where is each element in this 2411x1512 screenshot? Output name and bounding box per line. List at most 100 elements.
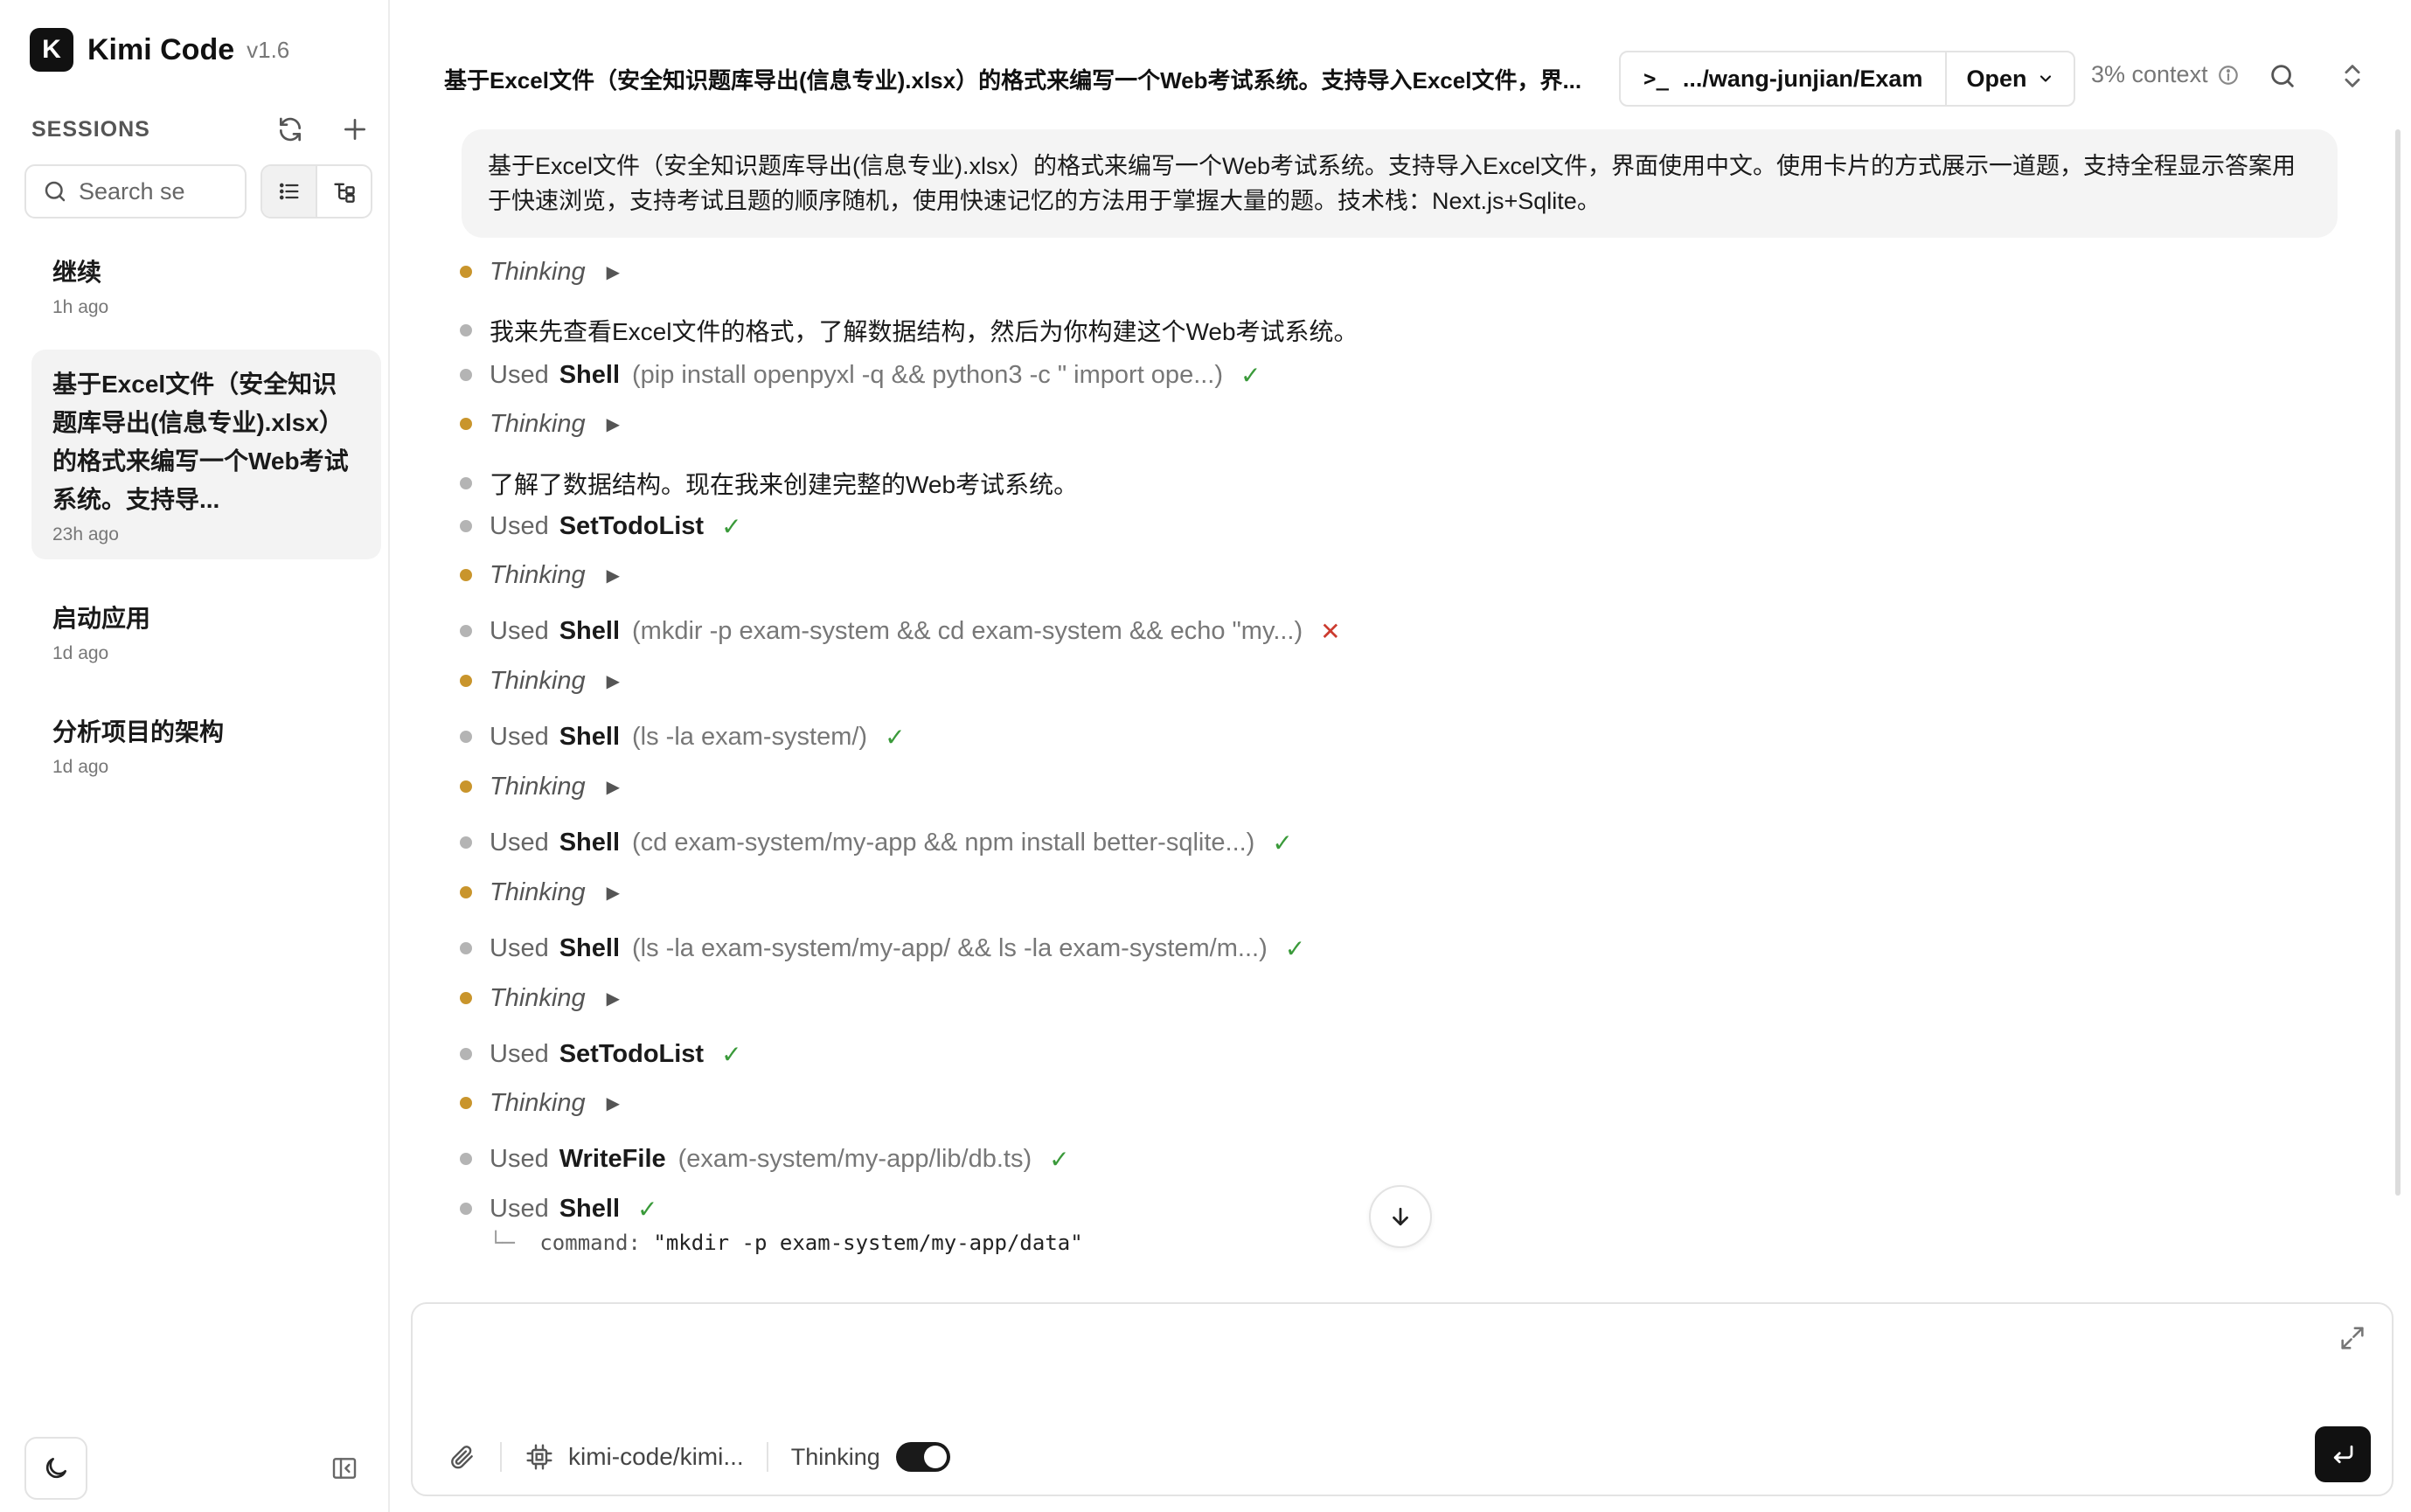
used-label: Used	[490, 933, 549, 962]
thinking-step[interactable]: Thinking ▶	[460, 767, 620, 806]
session-search-input[interactable]	[79, 177, 227, 205]
workspace-path: .../wang-junjian/Exam	[1682, 65, 1923, 92]
thinking-dot-icon	[460, 675, 472, 687]
open-label: Open	[1966, 65, 2027, 92]
user-message: 基于Excel文件（安全知识题库导出(信息专业).xlsx）的格式来编写一个We…	[462, 129, 2338, 238]
tool-call-step[interactable]: Used SetTodoList ✓	[460, 507, 742, 545]
tool-call-step[interactable]: Used Shell (pip install openpyxl -q && p…	[460, 356, 1261, 394]
refresh-sessions-button[interactable]	[273, 112, 308, 147]
session-item-active[interactable]: 基于Excel文件（安全知识题库导出(信息专业).xlsx）的格式来编写一个We…	[31, 350, 381, 559]
step-dot-icon	[460, 1153, 472, 1165]
tool-name: Shell	[559, 828, 621, 857]
thinking-step[interactable]: Thinking ▶	[460, 662, 620, 700]
error-x-icon: ✕	[1320, 617, 1341, 645]
tool-args: (exam-system/my-app/lib/db.ts)	[677, 1144, 1032, 1173]
step-dot-icon	[460, 1048, 472, 1060]
thinking-step[interactable]: Thinking ▶	[460, 1084, 620, 1122]
context-usage[interactable]: 3% context	[2091, 61, 2240, 88]
step-dot-icon	[460, 731, 472, 743]
divider	[766, 1442, 768, 1472]
command-value: "mkdir -p exam-system/my-app/data"	[653, 1231, 1083, 1255]
maximize-icon	[2341, 1327, 2364, 1349]
tool-name: Shell	[559, 1194, 621, 1223]
thinking-step[interactable]: Thinking ▶	[460, 405, 620, 443]
used-label: Used	[490, 511, 549, 540]
expand-triangle-icon: ▶	[606, 883, 621, 903]
tool-call-step[interactable]: Used Shell (ls -la exam-system/) ✓	[460, 718, 906, 756]
tool-name: Shell	[559, 722, 621, 751]
thinking-step[interactable]: Thinking ▶	[460, 979, 620, 1017]
tool-call-step[interactable]: Used WriteFile (exam-system/my-app/lib/d…	[460, 1140, 1070, 1178]
tool-call-step[interactable]: Used Shell (cd exam-system/my-app && npm…	[460, 823, 1293, 862]
scroll-to-bottom-button[interactable]	[1369, 1185, 1432, 1248]
workspace-path-button[interactable]: >_ .../wang-junjian/Exam	[1621, 52, 1945, 105]
tool-call-step[interactable]: Used Shell (mkdir -p exam-system && cd e…	[460, 612, 1341, 650]
collapse-sidebar-button[interactable]	[327, 1451, 362, 1486]
step-dot-icon	[460, 324, 472, 336]
used-label: Used	[490, 1144, 549, 1173]
model-selector[interactable]: kimi-code/kimi...	[525, 1442, 744, 1472]
list-view-button[interactable]	[262, 166, 316, 217]
session-item[interactable]: 分析项目的架构 1d ago	[31, 697, 381, 792]
session-time: 1d ago	[52, 643, 109, 663]
composer-toolbar: kimi-code/kimi... Thinking	[448, 1435, 950, 1479]
view-toggle	[261, 164, 372, 218]
success-check-icon: ✓	[637, 1195, 658, 1223]
message-input[interactable]	[437, 1325, 2325, 1404]
thinking-step[interactable]: Thinking ▶	[460, 556, 620, 594]
session-title: 启动应用	[52, 605, 151, 632]
tool-command-detail: └─ command: "mkdir -p exam-system/my-app…	[490, 1231, 1083, 1255]
chat-title: 基于Excel文件（安全知识题库导出(信息专业).xlsx）的格式来编写一个We…	[444, 67, 1582, 94]
session-time: 1h ago	[52, 297, 109, 317]
session-title: 基于Excel文件（安全知识题库导出(信息专业).xlsx）的格式来编写一个We…	[52, 371, 349, 513]
brand: K Kimi Code v1.6	[30, 28, 289, 72]
open-button[interactable]: Open	[1945, 52, 2074, 105]
tool-call-step[interactable]: Used SetTodoList ✓	[460, 1035, 742, 1073]
success-check-icon: ✓	[1272, 829, 1293, 857]
thinking-dot-icon	[460, 992, 472, 1004]
expand-composer-button[interactable]	[2338, 1323, 2369, 1355]
paperclip-icon	[451, 1446, 473, 1469]
session-item[interactable]: 启动应用 1d ago	[31, 584, 381, 678]
expand-triangle-icon: ▶	[606, 671, 621, 691]
step-dot-icon	[460, 477, 472, 489]
app-version: v1.6	[247, 36, 290, 63]
theme-toggle-button[interactable]	[24, 1437, 87, 1500]
expand-collapse-button[interactable]	[2338, 61, 2373, 96]
assistant-text: 我来先查看Excel文件的格式，了解数据结构，然后为你构建这个Web考试系统。	[460, 311, 1358, 350]
used-label: Used	[490, 1039, 549, 1068]
tool-args: (pip install openpyxl -q && python3 -c "…	[632, 360, 1224, 389]
thinking-label: Thinking	[490, 1088, 586, 1117]
thinking-step[interactable]: Thinking ▶	[460, 253, 620, 291]
session-time: 23h ago	[52, 524, 119, 544]
thinking-label: Thinking	[490, 666, 586, 695]
chat-header: 基于Excel文件（安全知识题库导出(信息专业).xlsx）的格式来编写一个We…	[390, 0, 2411, 131]
send-button[interactable]	[2315, 1426, 2371, 1482]
new-session-button[interactable]	[337, 112, 372, 147]
used-label: Used	[490, 722, 549, 751]
chat-scrollbar[interactable]	[2395, 129, 2401, 1196]
tree-view-button[interactable]	[316, 166, 371, 217]
thinking-label: Thinking	[490, 560, 586, 589]
assistant-text-content: 了解了数据结构。现在我来创建完整的Web考试系统。	[490, 471, 1079, 498]
attach-button[interactable]	[448, 1442, 477, 1472]
session-search[interactable]	[24, 164, 247, 218]
tree-icon	[333, 183, 355, 203]
sessions-header: SESSIONS	[31, 112, 372, 147]
thinking-dot-icon	[460, 1097, 472, 1109]
expand-triangle-icon: ▶	[606, 1093, 621, 1113]
used-label: Used	[490, 616, 549, 645]
step-dot-icon	[460, 1203, 472, 1215]
thinking-label: Thinking	[490, 772, 586, 801]
thinking-step[interactable]: Thinking ▶	[460, 873, 620, 912]
expand-triangle-icon: ▶	[606, 262, 621, 282]
session-item[interactable]: 继续 1h ago	[31, 238, 381, 332]
tool-call-step[interactable]: Used Shell (ls -la exam-system/my-app/ &…	[460, 929, 1305, 968]
thinking-toggle[interactable]	[895, 1442, 950, 1472]
search-icon	[45, 181, 66, 202]
tool-call-step[interactable]: Used Shell ✓	[460, 1189, 657, 1228]
thinking-label: Thinking	[490, 257, 586, 286]
used-label: Used	[490, 360, 549, 389]
list-icon	[279, 183, 298, 200]
search-chat-button[interactable]	[2268, 61, 2303, 96]
